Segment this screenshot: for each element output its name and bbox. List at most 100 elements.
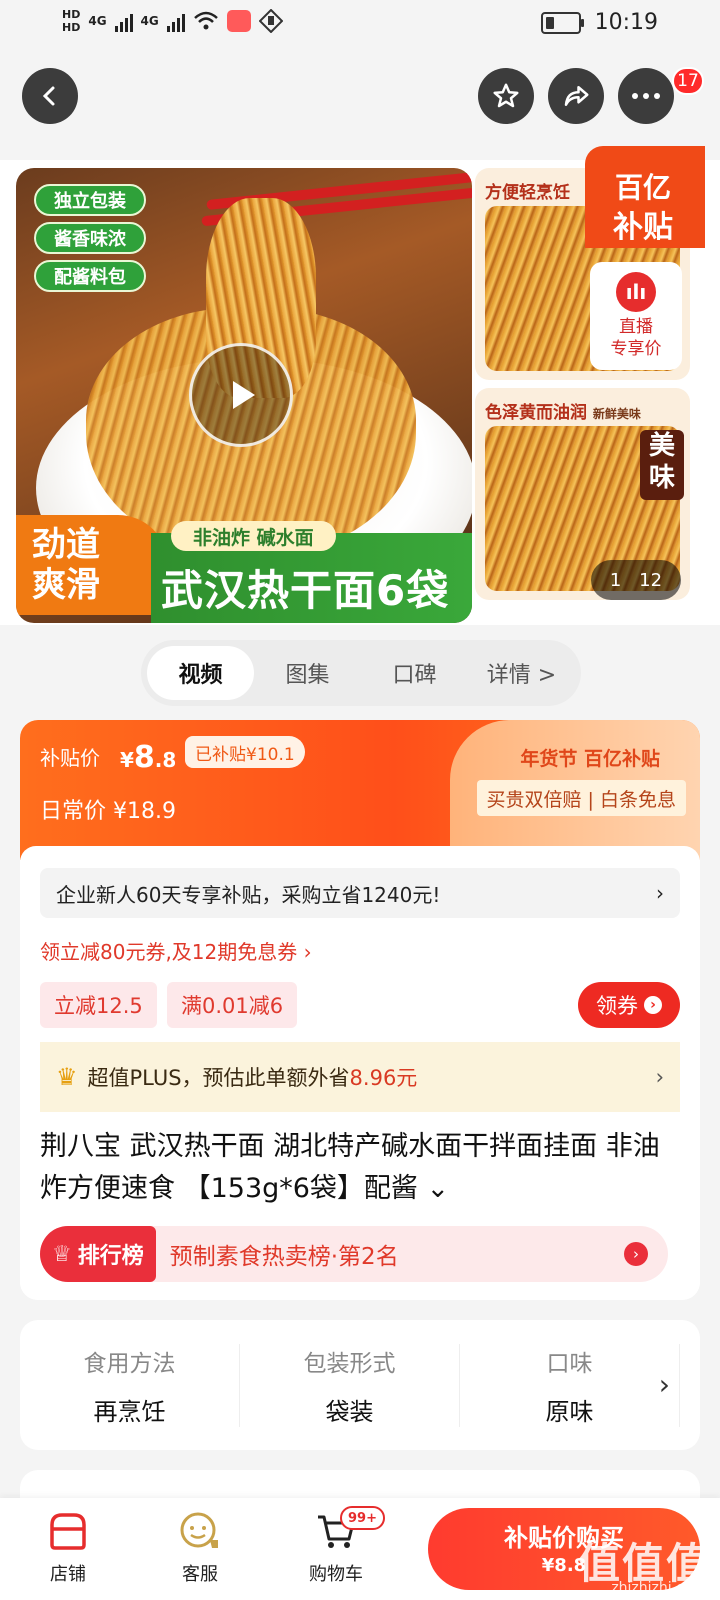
more-icon: [632, 93, 660, 99]
thumbnail-title-text: 色泽黄而油润: [485, 403, 587, 423]
price-int: 8: [133, 740, 155, 775]
discount-chip: 满0.01减6: [167, 982, 298, 1028]
coupon-link[interactable]: 领立减80元券,及12期免息券 ›: [40, 936, 312, 965]
main-product-image[interactable]: 独立包装 酱香味浓 配酱料包 劲道 爽滑 非油炸 碱水面 武汉热干面6袋: [16, 168, 472, 623]
chevron-right-icon: ›: [656, 881, 664, 905]
attribute-value: 原味: [545, 1397, 594, 1426]
back-button[interactable]: [22, 68, 78, 124]
signal-icon: [114, 10, 133, 32]
app-notification-icon: [226, 10, 251, 32]
ranking-tag-label: 排行榜: [77, 1244, 144, 1269]
cart-count-badge: 99+: [340, 1506, 385, 1530]
price-card-body: 企业新人60天专享补贴，采购立省1240元! › 领立减80元券,及12期免息券…: [20, 846, 700, 1300]
attribute-item: 食用方法 再烹饪: [20, 1343, 240, 1427]
attribute-item: 包装形式 袋装: [240, 1343, 460, 1427]
badge-line: 补贴: [613, 210, 673, 245]
clock: 10:19: [594, 10, 658, 35]
chevron-right-icon: ›: [655, 1065, 664, 1089]
counter-current: 1: [609, 569, 622, 591]
status-left: HD HD 4G 4G: [62, 8, 283, 34]
status-right: 10:19: [540, 10, 658, 35]
plus-text: 超值PLUS，预估此单额外省: [87, 1066, 350, 1090]
ranking-bar[interactable]: ♕ 排行榜 预制素食热卖榜·第2名 ›: [40, 1226, 668, 1282]
trophy-icon: ♕: [52, 1241, 72, 1267]
chevron-left-icon: [42, 86, 55, 106]
live-label: 专享价: [610, 339, 662, 359]
play-icon: [233, 381, 255, 409]
tab-gallery[interactable]: 图集: [254, 646, 361, 700]
product-title-text: 荆八宝 武汉热干面 湖北特产碱水面干拌面挂面 非油炸方便速食 【153g*6袋】…: [40, 1131, 660, 1204]
get-coupon-button[interactable]: 领券 ›: [578, 982, 680, 1028]
hand-icon: [258, 9, 283, 33]
battery-icon: [540, 11, 584, 34]
play-video-button[interactable]: [189, 343, 293, 447]
enterprise-promo-text: 企业新人60天专享补贴，采购立省1240元!: [56, 882, 441, 907]
flavor-label: 美味: [640, 430, 684, 500]
guarantee-tag[interactable]: 买贵双倍赔 | 白条免息: [476, 780, 686, 816]
cart-button[interactable]: 99+ 购物车: [296, 1506, 385, 1586]
tab-details[interactable]: 详情 >: [468, 646, 575, 700]
watermark-url: zhizhizhi.com: [611, 1580, 706, 1596]
live-price-card[interactable]: ılı 直播 专享价: [590, 262, 682, 370]
ranking-text: 预制素食热卖榜·第2名: [169, 1244, 399, 1270]
live-icon: ılı: [616, 272, 656, 312]
counter-total: 12: [639, 569, 663, 591]
status-bar: HD HD 4G 4G 10:19: [0, 0, 720, 50]
attribute-key: 包装形式: [303, 1350, 396, 1377]
network-type: 4G: [140, 14, 159, 28]
ranking-tag: ♕ 排行榜: [40, 1226, 156, 1282]
attribute-value: 再烹饪: [93, 1397, 166, 1426]
feature-tag: 独立包装: [34, 184, 146, 216]
subsidy-price-label: 补贴价: [40, 746, 100, 770]
tab-video[interactable]: 视频: [147, 646, 254, 700]
media-tabs: 视频 图集 口碑 详情 >: [141, 640, 581, 706]
store-button[interactable]: 店铺: [28, 1508, 108, 1586]
wifi-icon: [193, 11, 218, 30]
customer-service-label: 客服: [182, 1564, 218, 1585]
get-coupon-label: 领券: [596, 994, 638, 1018]
feature-tag: 配酱料包: [34, 260, 146, 292]
thumbnail-subtitle: 新鲜美味: [592, 407, 641, 421]
price-header: 补贴价 ¥8.8 已补贴¥10.1 日常价 ¥18.9 年货节 百亿补贴 买贵双…: [20, 720, 700, 860]
chevron-right-icon[interactable]: ›: [659, 1368, 670, 1401]
notification-badge: 17: [672, 67, 704, 95]
hd-label: HD: [62, 8, 81, 21]
feature-tag: 酱香味浓: [34, 222, 146, 254]
subsidized-tag: 已补贴¥10.1: [185, 736, 305, 768]
tab-reviews[interactable]: 口碑: [361, 646, 468, 700]
product-title[interactable]: 荆八宝 武汉热干面 湖北特产碱水面干拌面挂面 非油炸方便速食 【153g*6袋】…: [40, 1126, 680, 1210]
thumbnail-title: 方便轻烹饪: [485, 183, 570, 203]
chevron-right-icon: ›: [624, 1242, 648, 1266]
enterprise-promo[interactable]: 企业新人60天专享补贴，采购立省1240元! ›: [40, 868, 680, 918]
banner-title: 非油炸 碱水面 武汉热干面6袋: [151, 521, 472, 623]
star-icon: [493, 83, 519, 108]
share-button[interactable]: [548, 68, 604, 124]
discount-chip: 立减12.5: [40, 982, 157, 1028]
plus-promo[interactable]: ♛ 超值PLUS，预估此单额外省 8.96元 ›: [40, 1042, 680, 1112]
more-button[interactable]: [618, 68, 674, 124]
attributes-card[interactable]: 食用方法 再烹饪 包装形式 袋装 口味 原味 ›: [20, 1320, 700, 1450]
subsidy-price: ¥8.8: [120, 740, 176, 775]
chevron-down-icon: ⌄: [426, 1173, 450, 1204]
price-dec: .8: [154, 748, 177, 772]
crown-icon: ♛: [56, 1063, 78, 1091]
store-label: 店铺: [50, 1564, 86, 1585]
favorite-button[interactable]: [478, 68, 534, 124]
plus-saving: 8.96元: [349, 1066, 418, 1090]
banner-subtitle: 非油炸 碱水面: [171, 521, 336, 551]
hd-indicator: HD HD: [62, 8, 80, 34]
daily-price: 日常价 ¥18.9: [40, 799, 176, 824]
store-icon: [44, 1508, 92, 1554]
banner-headline: 武汉热干面6袋: [161, 566, 450, 615]
billion-subsidy-logo[interactable]: 年货节 百亿补贴: [520, 744, 660, 771]
signal-icon: [166, 10, 185, 32]
share-icon: [564, 86, 589, 106]
customer-service-button[interactable]: 客服: [160, 1508, 240, 1586]
attribute-key: 口味: [546, 1350, 593, 1377]
chevron-right-icon: ›: [644, 996, 662, 1014]
price-card: 补贴价 ¥8.8 已补贴¥10.1 日常价 ¥18.9 年货节 百亿补贴 买贵双…: [20, 720, 700, 1300]
hd-label: HD: [62, 21, 81, 34]
attribute-item: 口味 原味: [460, 1343, 680, 1427]
customer-service-icon: [176, 1508, 224, 1554]
banner-left: 劲道 爽滑: [16, 515, 168, 615]
